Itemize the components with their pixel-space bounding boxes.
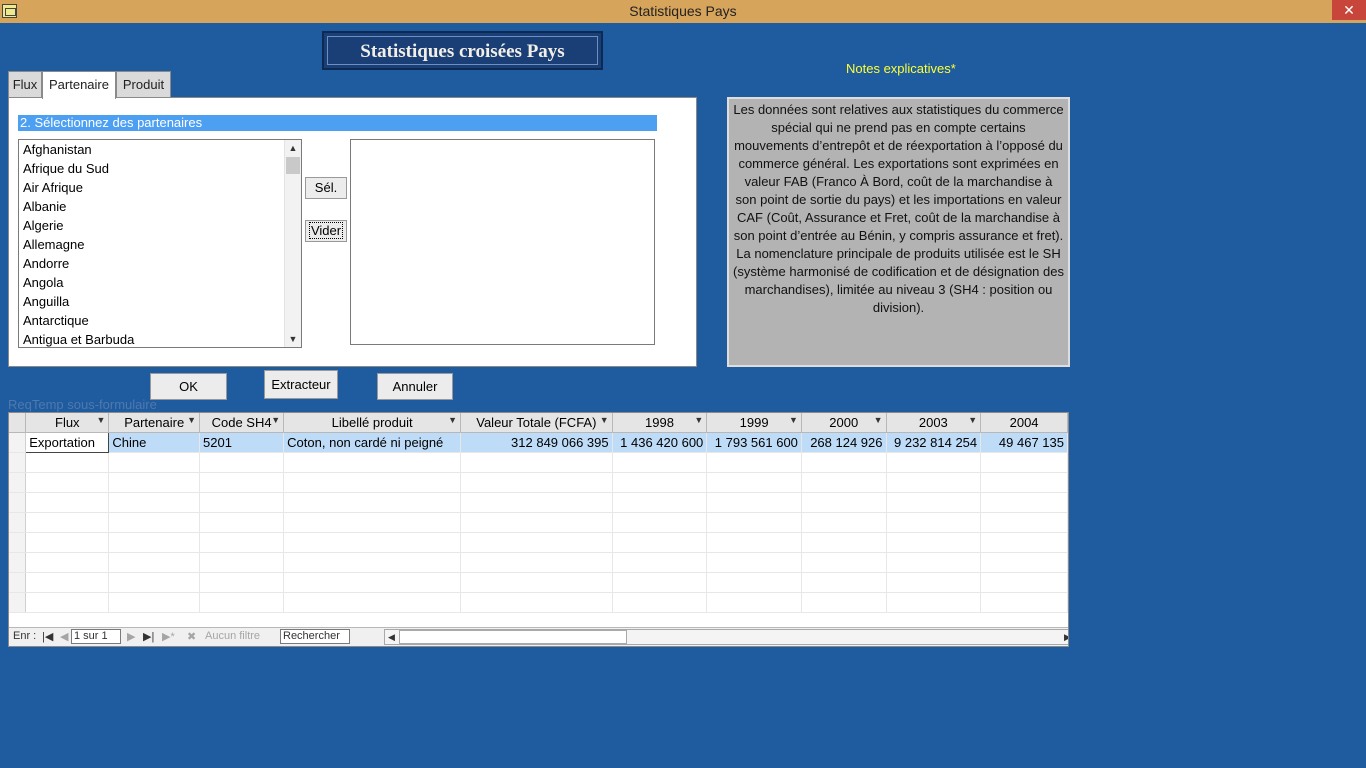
- table-cell[interactable]: Coton, non cardé ni peigné: [283, 432, 462, 453]
- table-row: [9, 592, 1068, 613]
- filter-status[interactable]: Aucun filtre: [205, 630, 260, 642]
- record-number-field[interactable]: 1 sur 1: [71, 629, 121, 644]
- filter-icon[interactable]: ✖: [187, 630, 196, 643]
- next-record-icon[interactable]: ▶: [127, 630, 135, 643]
- search-field[interactable]: Rechercher: [280, 629, 350, 644]
- list-item[interactable]: Albanie: [19, 197, 301, 216]
- record-selector[interactable]: [9, 432, 27, 453]
- table-row: [9, 532, 1068, 553]
- first-record-icon[interactable]: |◀: [42, 630, 53, 643]
- table-row: [9, 472, 1068, 493]
- table-row: [9, 512, 1068, 533]
- list-item[interactable]: Afghanistan: [19, 140, 301, 159]
- scrollbar-thumb[interactable]: [399, 630, 627, 644]
- column-header[interactable]: Valeur Totale (FCFA) ▼: [460, 413, 613, 433]
- section-header: 2. Sélectionnez des partenaires: [18, 115, 657, 131]
- subform-label: ReqTemp sous-formulaire: [8, 397, 157, 412]
- listbox-scrollbar[interactable]: ▲ ▼: [284, 140, 301, 347]
- column-header[interactable]: 2003 ▼: [886, 413, 982, 433]
- dropdown-arrow-icon: ▼: [599, 415, 609, 425]
- extract-button[interactable]: Extracteur: [264, 370, 338, 399]
- dropdown-arrow-icon: ▼: [968, 415, 978, 425]
- close-button[interactable]: ✕: [1332, 0, 1366, 20]
- record-label: Enr :: [13, 630, 37, 642]
- tab-partenaire[interactable]: Partenaire: [42, 71, 116, 99]
- chevron-down-icon[interactable]: ▼: [285, 331, 301, 347]
- table-cell[interactable]: 9 232 814 254: [886, 432, 982, 453]
- dropdown-arrow-icon: ▼: [448, 415, 458, 425]
- partner-listbox[interactable]: Afghanistan Afrique du Sud Air Afrique A…: [18, 139, 302, 348]
- chevron-up-icon[interactable]: ▲: [285, 140, 301, 156]
- table-cell[interactable]: 49 467 135: [980, 432, 1068, 453]
- table-cell[interactable]: 1 436 420 600: [612, 432, 708, 453]
- clear-button[interactable]: Vider: [305, 220, 347, 242]
- title-bar: Statistiques Pays ✕: [0, 0, 1366, 23]
- notes-paragraph-1: Les données sont relatives aux statistiq…: [733, 102, 1064, 243]
- table-row[interactable]: Exportation Chine 5201 Coton, non cardé …: [9, 432, 1068, 453]
- table-cell[interactable]: Exportation: [25, 432, 110, 453]
- cancel-button[interactable]: Annuler: [377, 373, 453, 400]
- list-item[interactable]: Algerie: [19, 216, 301, 235]
- last-record-icon[interactable]: ▶|: [143, 630, 154, 643]
- column-header[interactable]: 1998 ▼: [612, 413, 708, 433]
- column-header[interactable]: 2004: [980, 413, 1068, 433]
- tab-flux[interactable]: Flux: [8, 71, 42, 98]
- list-item[interactable]: Afrique du Sud: [19, 159, 301, 178]
- new-record-icon[interactable]: ▶*: [162, 630, 175, 643]
- previous-record-icon[interactable]: ◀: [60, 630, 68, 643]
- notes-paragraph-2: La nomenclature principale de produits u…: [733, 246, 1064, 315]
- list-item[interactable]: Air Afrique: [19, 178, 301, 197]
- list-item[interactable]: Angola: [19, 273, 301, 292]
- list-item[interactable]: Antigua et Barbuda: [19, 330, 301, 347]
- form-heading-box: Statistiques croisées Pays: [322, 31, 603, 70]
- selected-partners-listbox[interactable]: [350, 139, 655, 345]
- column-header[interactable]: Partenaire ▼: [108, 413, 201, 433]
- table-cell[interactable]: 5201: [199, 432, 285, 453]
- column-header[interactable]: Flux ▼: [25, 413, 110, 433]
- form-heading: Statistiques croisées Pays: [327, 36, 598, 65]
- list-item[interactable]: Allemagne: [19, 235, 301, 254]
- scrollbar-thumb[interactable]: [286, 157, 300, 174]
- dropdown-arrow-icon: ▼: [789, 415, 798, 425]
- horizontal-scrollbar[interactable]: ◀ ▶: [384, 629, 1068, 645]
- notes-title: Notes explicatives*: [846, 61, 956, 76]
- table-cell[interactable]: Chine: [108, 432, 201, 453]
- list-item[interactable]: Andorre: [19, 254, 301, 273]
- dropdown-arrow-icon: ▼: [694, 415, 704, 425]
- select-button[interactable]: Sél.: [305, 177, 347, 199]
- record-navigation-bar: Enr : |◀ ◀ 1 sur 1 ▶ ▶| ▶* ✖ Aucun filtr…: [9, 627, 1068, 646]
- window-title: Statistiques Pays: [629, 3, 737, 19]
- table-cell[interactable]: 312 849 066 395: [460, 432, 613, 453]
- dropdown-arrow-icon: ▼: [96, 415, 106, 425]
- chevron-left-icon[interactable]: ◀: [385, 630, 398, 644]
- clear-button-label: Vider: [308, 222, 344, 239]
- datasheet-grid[interactable]: Flux ▼ Partenaire ▼ Code SH4 ▼ Libellé prod…: [8, 412, 1069, 647]
- table-row: [9, 492, 1068, 513]
- dropdown-arrow-icon: ▼: [271, 415, 281, 425]
- list-item[interactable]: Anguilla: [19, 292, 301, 311]
- table-row: [9, 572, 1068, 593]
- table-row: [9, 552, 1068, 573]
- dropdown-arrow-icon: ▼: [187, 415, 197, 425]
- column-header[interactable]: 1999 ▼: [706, 413, 802, 433]
- table-cell[interactable]: 268 124 926: [801, 432, 887, 453]
- chevron-right-icon[interactable]: ▶: [1061, 630, 1068, 644]
- column-header[interactable]: 2000 ▼: [801, 413, 887, 433]
- table-cell[interactable]: 1 793 561 600: [706, 432, 802, 453]
- list-item[interactable]: Antarctique: [19, 311, 301, 330]
- column-header[interactable]: Libellé produit ▼: [283, 413, 462, 433]
- table-row: [9, 452, 1068, 473]
- tab-produit[interactable]: Produit: [116, 71, 171, 98]
- column-header[interactable]: Code SH4 ▼: [199, 413, 285, 433]
- select-all-corner[interactable]: [9, 413, 27, 433]
- dropdown-arrow-icon: ▼: [873, 415, 883, 425]
- notes-box: Les données sont relatives aux statistiq…: [727, 97, 1070, 367]
- ok-button[interactable]: OK: [150, 373, 227, 400]
- datasheet-table: Flux ▼ Partenaire ▼ Code SH4 ▼ Libellé prod…: [9, 413, 1068, 613]
